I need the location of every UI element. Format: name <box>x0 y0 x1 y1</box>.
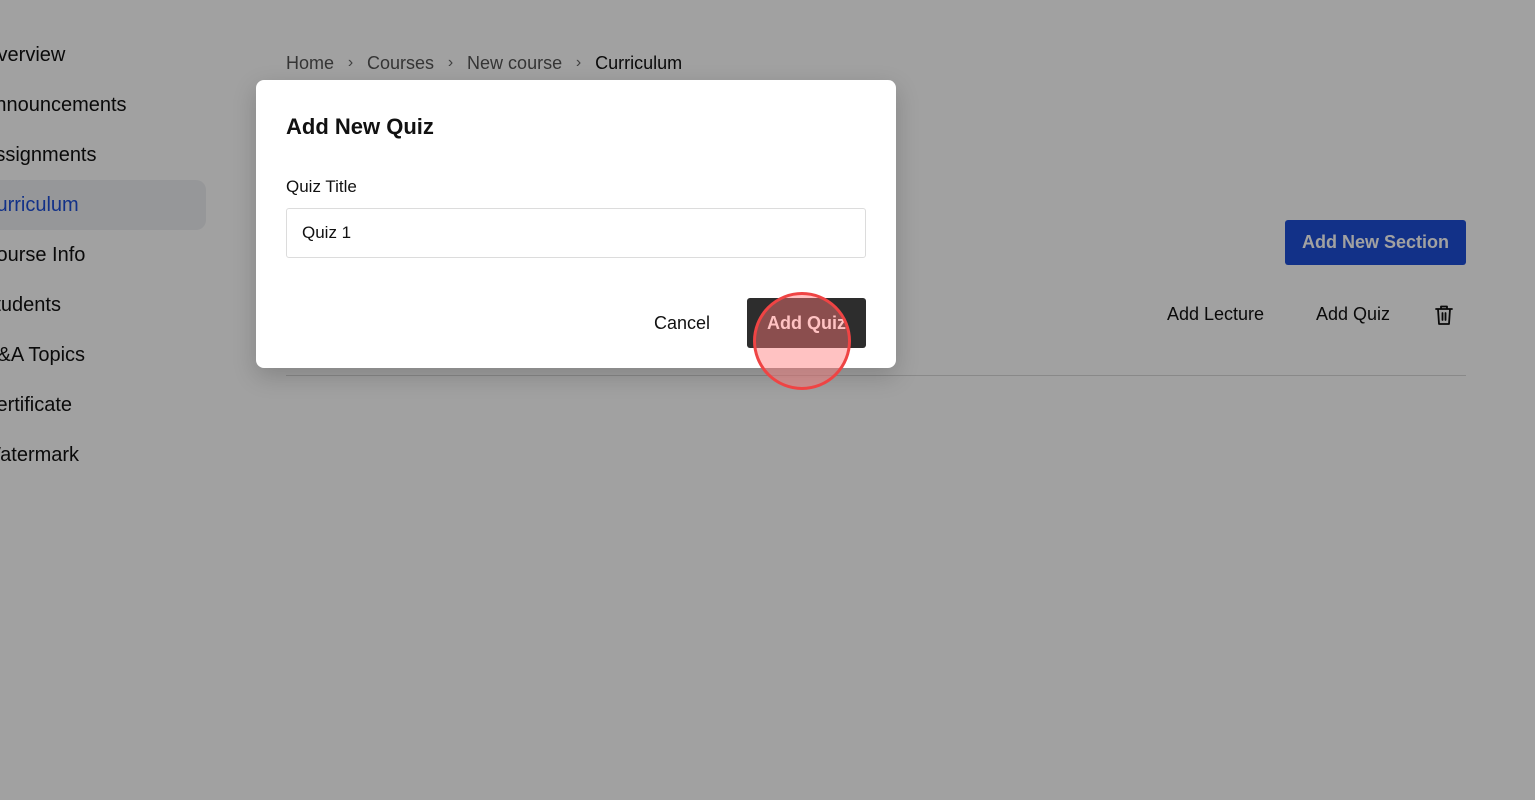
quiz-title-label: Quiz Title <box>286 177 357 196</box>
quiz-title-input[interactable] <box>286 208 866 258</box>
add-quiz-button[interactable]: Add Quiz <box>747 298 866 348</box>
add-quiz-dialog: Add New Quiz Quiz Title Cancel Add Quiz <box>256 80 896 368</box>
cancel-button[interactable]: Cancel <box>636 298 728 348</box>
page: Overview Announcements Assignments Curri… <box>0 0 1535 800</box>
dialog-title: Add New Quiz <box>286 114 434 139</box>
